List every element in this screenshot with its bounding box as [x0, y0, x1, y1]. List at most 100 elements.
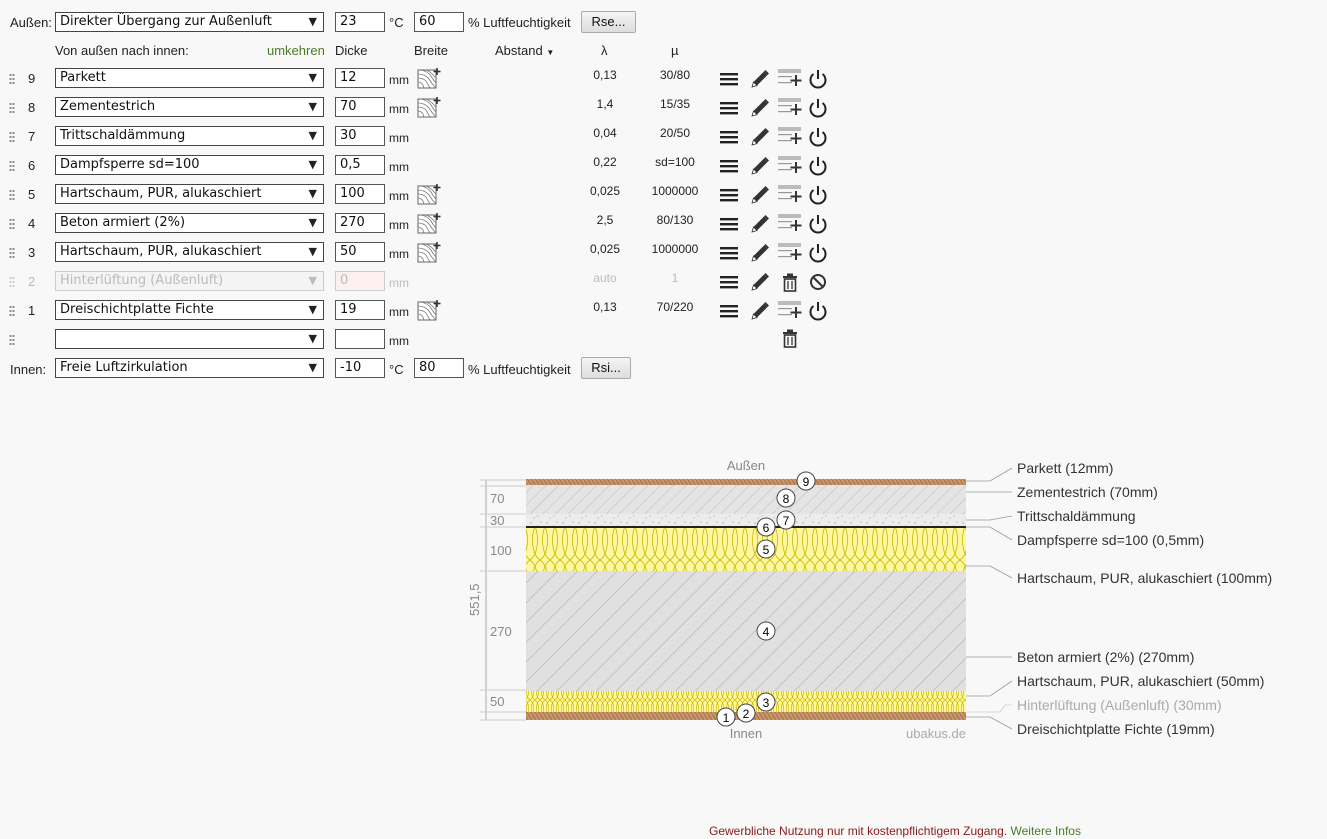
menu-icon[interactable]	[719, 185, 739, 205]
edit-pencil-icon[interactable]	[749, 184, 771, 206]
layer-lambda: auto	[593, 271, 617, 285]
wood-grain-width-icon[interactable]	[417, 212, 441, 236]
trash-icon[interactable]	[779, 327, 801, 349]
thickness-unit: mm	[389, 102, 409, 116]
inside-humidity-input[interactable]: 80	[414, 358, 464, 378]
add-layer-icon[interactable]	[777, 241, 803, 263]
layer-thickness-input[interactable]: 12	[335, 68, 385, 88]
wood-grain-width-icon[interactable]	[417, 67, 441, 91]
layer-mu: 15/35	[659, 97, 691, 111]
layer-material-value: Dampfsperre sd=100	[60, 157, 200, 172]
layer-material-select[interactable]: Parkett ▼	[55, 68, 324, 88]
layer-material-select[interactable]: Beton armiert (2%) ▼	[55, 213, 324, 233]
drag-handle-icon[interactable]	[9, 189, 15, 201]
outside-humidity-input[interactable]: 60	[414, 12, 464, 32]
legend-item: Hinterlüftung (Außenluft) (30mm)	[1017, 697, 1222, 713]
add-layer-icon[interactable]	[777, 125, 803, 147]
layer-material-select[interactable]: Dreischichtplatte Fichte ▼	[55, 300, 324, 320]
layer-material-select[interactable]: Dampfsperre sd=100 ▼	[55, 155, 324, 175]
power-toggle-icon[interactable]	[807, 155, 829, 177]
layer-thickness-input[interactable]: 100	[335, 184, 385, 204]
outside-temp-unit: °C	[389, 15, 404, 30]
drag-handle-icon[interactable]	[9, 73, 15, 85]
power-toggle-icon[interactable]	[807, 97, 829, 119]
svg-text:8: 8	[783, 492, 790, 506]
wood-grain-width-icon[interactable]	[417, 241, 441, 265]
add-layer-icon[interactable]	[777, 212, 803, 234]
edit-pencil-icon[interactable]	[749, 126, 771, 148]
edit-pencil-icon[interactable]	[749, 300, 771, 322]
add-layer-icon[interactable]	[777, 183, 803, 205]
layer-thickness-input[interactable]: 50	[335, 242, 385, 262]
drag-handle-icon[interactable]	[9, 305, 15, 317]
layer-material-select[interactable]: Hinterlüftung (Außenluft) ▼	[55, 271, 324, 291]
layer-thickness-input[interactable]: 0	[335, 271, 385, 291]
add-layer-icon[interactable]	[777, 154, 803, 176]
add-layer-icon[interactable]	[777, 299, 803, 321]
drag-handle-icon[interactable]	[9, 247, 15, 259]
layer-thickness-input[interactable]: 19	[335, 300, 385, 320]
power-toggle-icon[interactable]	[807, 184, 829, 206]
rse-button[interactable]: Rse...	[581, 11, 636, 33]
layer-material-value: Parkett	[60, 70, 106, 85]
wood-grain-width-icon[interactable]	[417, 96, 441, 120]
layer-thickness-input[interactable]: 270	[335, 213, 385, 233]
menu-icon[interactable]	[719, 98, 739, 118]
rsi-button[interactable]: Rsi...	[581, 357, 631, 379]
edit-pencil-icon[interactable]	[749, 97, 771, 119]
outside-condition-select[interactable]: Direkter Übergang zur Außenluft ▼	[55, 12, 324, 32]
power-toggle-icon[interactable]	[807, 68, 829, 90]
add-layer-icon[interactable]	[777, 67, 803, 89]
layer-lambda: 0,13	[593, 68, 617, 82]
new-layer-material-select[interactable]: ▼	[55, 329, 324, 349]
edit-pencil-icon[interactable]	[749, 155, 771, 177]
power-toggle-icon[interactable]	[807, 300, 829, 322]
menu-icon[interactable]	[719, 301, 739, 321]
width-header: Breite	[414, 43, 448, 58]
layer-marker: 4	[756, 621, 776, 641]
drag-handle-icon[interactable]	[9, 276, 15, 288]
outside-temp-input[interactable]: 23	[335, 12, 385, 32]
power-toggle-icon[interactable]	[807, 213, 829, 235]
inside-temp-input[interactable]: -10	[335, 358, 385, 378]
menu-icon[interactable]	[719, 243, 739, 263]
layer-thickness-input[interactable]: 30	[335, 126, 385, 146]
edit-pencil-icon[interactable]	[749, 271, 771, 293]
edit-pencil-icon[interactable]	[749, 242, 771, 264]
new-layer-thickness-input[interactable]	[335, 329, 385, 349]
layer-material-select[interactable]: Trittschaldämmung ▼	[55, 126, 324, 146]
reverse-link[interactable]: umkehren	[267, 43, 325, 58]
power-toggle-icon[interactable]	[807, 126, 829, 148]
spacing-header[interactable]: Abstand ▼	[495, 43, 554, 58]
wood-grain-width-icon[interactable]	[417, 299, 441, 323]
layer-thickness-input[interactable]: 0,5	[335, 155, 385, 175]
layer-thickness-input[interactable]: 70	[335, 97, 385, 117]
menu-icon[interactable]	[719, 156, 739, 176]
add-layer-icon[interactable]	[777, 96, 803, 118]
layer-number: 4	[28, 216, 36, 231]
drag-handle-icon[interactable]	[9, 334, 15, 346]
drag-handle-icon[interactable]	[9, 160, 15, 172]
more-info-link[interactable]: Weitere Infos	[1011, 824, 1081, 838]
menu-icon[interactable]	[719, 69, 739, 89]
drag-handle-icon[interactable]	[9, 102, 15, 114]
menu-icon[interactable]	[719, 214, 739, 234]
drag-handle-icon[interactable]	[9, 131, 15, 143]
edit-pencil-icon[interactable]	[749, 213, 771, 235]
dimension-label: 50	[490, 694, 504, 709]
menu-icon[interactable]	[719, 272, 739, 292]
layer-number: 5	[28, 187, 36, 202]
layer-material-select[interactable]: Hartschaum, PUR, alukaschiert ▼	[55, 242, 324, 262]
power-toggle-icon[interactable]	[807, 242, 829, 264]
thickness-unit: mm	[389, 131, 409, 145]
menu-icon[interactable]	[719, 127, 739, 147]
inside-condition-select[interactable]: Freie Luftzirkulation ▼	[55, 358, 324, 378]
drag-handle-icon[interactable]	[9, 218, 15, 230]
layer-material-select[interactable]: Zementestrich ▼	[55, 97, 324, 117]
layer-material-select[interactable]: Hartschaum, PUR, alukaschiert ▼	[55, 184, 324, 204]
layer-material-value: Beton armiert (2%)	[60, 215, 186, 230]
wood-grain-width-icon[interactable]	[417, 183, 441, 207]
edit-pencil-icon[interactable]	[749, 68, 771, 90]
trash-icon[interactable]	[779, 271, 801, 293]
disabled-icon[interactable]	[808, 272, 828, 292]
